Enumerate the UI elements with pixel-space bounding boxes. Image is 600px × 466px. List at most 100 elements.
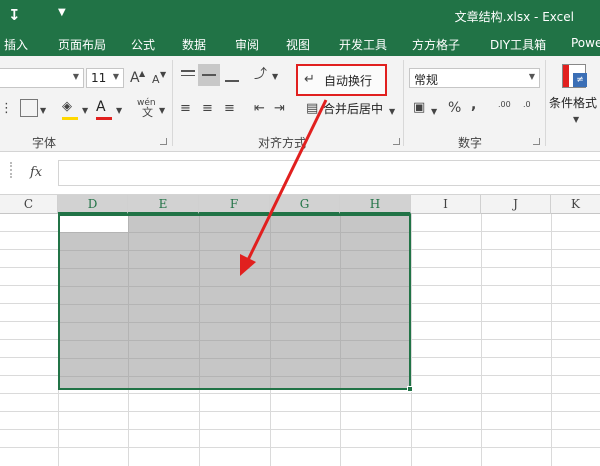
column-header-d[interactable]: D bbox=[58, 195, 128, 214]
insert-function-icon[interactable]: fx bbox=[30, 165, 42, 180]
tab-power[interactable]: Powe bbox=[571, 36, 600, 50]
align-top-line bbox=[181, 75, 195, 76]
quick-access-more-icon[interactable]: ▼ bbox=[58, 7, 66, 18]
worksheet[interactable]: C D E F G H I J K bbox=[0, 195, 600, 466]
font-name-combo[interactable]: ▼ bbox=[0, 68, 84, 88]
fill-dropdown-icon[interactable]: ▼ bbox=[82, 102, 88, 120]
conditional-dropdown-icon[interactable]: ▼ bbox=[573, 111, 579, 129]
merge-dropdown-icon[interactable]: ▼ bbox=[389, 103, 395, 121]
selection-grid-line bbox=[60, 340, 409, 341]
number-launcher-icon[interactable] bbox=[533, 138, 540, 145]
column-headers: C D E F G H I J K bbox=[0, 195, 600, 214]
orientation-icon[interactable]: ⤴ bbox=[254, 66, 267, 84]
grid-line bbox=[0, 447, 600, 448]
phonetic-dropdown-icon[interactable]: ▼ bbox=[159, 102, 165, 120]
group-separator bbox=[403, 60, 404, 146]
quick-access-icon[interactable]: ↧ bbox=[8, 6, 21, 24]
grow-arrow-icon: ▲ bbox=[139, 69, 146, 78]
grid-line bbox=[0, 411, 600, 412]
number-format-combo[interactable]: 常规 ▼ bbox=[409, 68, 540, 88]
tab-diy-toolbox[interactable]: DIY工具箱 bbox=[490, 36, 546, 53]
selected-range[interactable] bbox=[58, 214, 411, 390]
font-color-bar bbox=[96, 117, 112, 120]
shrink-font-icon[interactable]: A bbox=[152, 71, 160, 89]
merge-center-button[interactable]: 合并后居中 bbox=[323, 100, 383, 118]
phonetic-char-icon: 文 bbox=[142, 106, 153, 119]
active-cell[interactable] bbox=[60, 216, 129, 233]
tab-data[interactable]: 数据 bbox=[182, 36, 206, 53]
selection-grid-line bbox=[60, 232, 409, 233]
column-header-j[interactable]: J bbox=[481, 195, 551, 214]
align-left-icon[interactable]: ≡ bbox=[180, 100, 191, 118]
column-header-e[interactable]: E bbox=[128, 195, 199, 214]
fill-handle[interactable] bbox=[407, 386, 413, 392]
formula-bar: fx bbox=[0, 152, 600, 195]
column-header-f[interactable]: F bbox=[199, 195, 270, 214]
formula-bar-grip bbox=[10, 162, 12, 178]
selection-grid-line bbox=[60, 376, 409, 377]
border-dropdown-icon[interactable]: ▼ bbox=[40, 102, 46, 120]
comma-icon[interactable]: , bbox=[471, 96, 476, 114]
tab-page-layout[interactable]: 页面布局 bbox=[58, 36, 106, 53]
tab-view[interactable]: 视图 bbox=[286, 36, 310, 53]
decrease-decimal-icon[interactable]: .0 bbox=[523, 96, 531, 114]
font-color-icon[interactable]: A bbox=[96, 98, 106, 116]
chevron-down-icon: ▼ bbox=[112, 72, 119, 81]
fill-color-bar bbox=[62, 117, 78, 120]
selection-grid-line bbox=[60, 286, 409, 287]
tab-fangfang[interactable]: 方方格子 bbox=[412, 36, 460, 53]
decrease-indent-icon[interactable]: ⇤ bbox=[254, 100, 265, 118]
conditional-format-stripe bbox=[563, 65, 569, 87]
tab-insert[interactable]: 插入 bbox=[4, 36, 28, 53]
bullet-icon: ⋮ bbox=[0, 101, 13, 116]
window-title: 文章结构.xlsx - Excel bbox=[454, 10, 574, 24]
increase-indent-icon[interactable]: ⇥ bbox=[274, 100, 285, 118]
group-separator bbox=[545, 60, 546, 146]
align-center-icon[interactable]: ≡ bbox=[202, 100, 213, 118]
font-size-combo[interactable]: 11 ▼ bbox=[86, 68, 124, 88]
increase-decimal-icon[interactable]: .00 bbox=[498, 96, 511, 114]
column-header-c[interactable]: C bbox=[0, 195, 58, 214]
align-middle-icon bbox=[202, 74, 216, 76]
conditional-format-badge: ≠ bbox=[573, 73, 587, 87]
column-header-k[interactable]: K bbox=[551, 195, 600, 214]
selection-grid-line bbox=[60, 304, 409, 305]
grid-line bbox=[0, 429, 600, 430]
conditional-format-button[interactable]: 条件格式 bbox=[549, 94, 597, 112]
align-top-icon[interactable] bbox=[181, 70, 195, 72]
orientation-dropdown-icon[interactable]: ▼ bbox=[272, 68, 278, 86]
percent-icon[interactable]: % bbox=[448, 99, 461, 117]
wrap-text-label: 自动换行 bbox=[324, 74, 373, 88]
selection-grid-line bbox=[270, 216, 271, 388]
font-group-label: 字体 bbox=[32, 136, 57, 150]
selection-grid-line bbox=[199, 216, 200, 388]
column-header-g[interactable]: G bbox=[270, 195, 340, 214]
grid-line bbox=[0, 393, 600, 394]
selection-grid-line bbox=[340, 216, 341, 388]
font-launcher-icon[interactable] bbox=[160, 138, 167, 145]
formula-input[interactable] bbox=[58, 160, 600, 186]
alignment-launcher-icon[interactable] bbox=[393, 138, 400, 145]
tab-review[interactable]: 审阅 bbox=[235, 36, 259, 53]
selection-grid-line bbox=[60, 268, 409, 269]
wrap-text-button[interactable]: ↵ 自动换行 bbox=[296, 64, 387, 96]
accounting-icon[interactable]: ▣ bbox=[413, 99, 425, 117]
title-bar: ↧ ▼ 文章结构.xlsx - Excel bbox=[0, 0, 600, 30]
tab-formulas[interactable]: 公式 bbox=[131, 36, 155, 53]
column-header-h[interactable]: H bbox=[340, 195, 411, 214]
shrink-arrow-icon: ▼ bbox=[160, 70, 167, 79]
tab-developer[interactable]: 开发工具 bbox=[339, 36, 387, 53]
selection-grid-line bbox=[60, 358, 409, 359]
selection-grid-line bbox=[60, 250, 409, 251]
fill-color-icon[interactable]: ◈ bbox=[62, 98, 72, 116]
font-color-dropdown-icon[interactable]: ▼ bbox=[116, 102, 122, 120]
align-bottom-icon[interactable] bbox=[225, 80, 239, 82]
merge-center-icon[interactable]: ▤ bbox=[306, 100, 318, 118]
chevron-down-icon: ▼ bbox=[528, 72, 535, 81]
selection-grid-line bbox=[60, 322, 409, 323]
accounting-dropdown-icon[interactable]: ▼ bbox=[431, 103, 437, 121]
ribbon-tabs: 插入 页面布局 公式 数据 审阅 视图 开发工具 方方格子 DIY工具箱 Pow… bbox=[0, 30, 600, 56]
align-right-icon[interactable]: ≡ bbox=[224, 100, 235, 118]
column-header-i[interactable]: I bbox=[411, 195, 481, 214]
border-icon[interactable] bbox=[20, 99, 38, 117]
